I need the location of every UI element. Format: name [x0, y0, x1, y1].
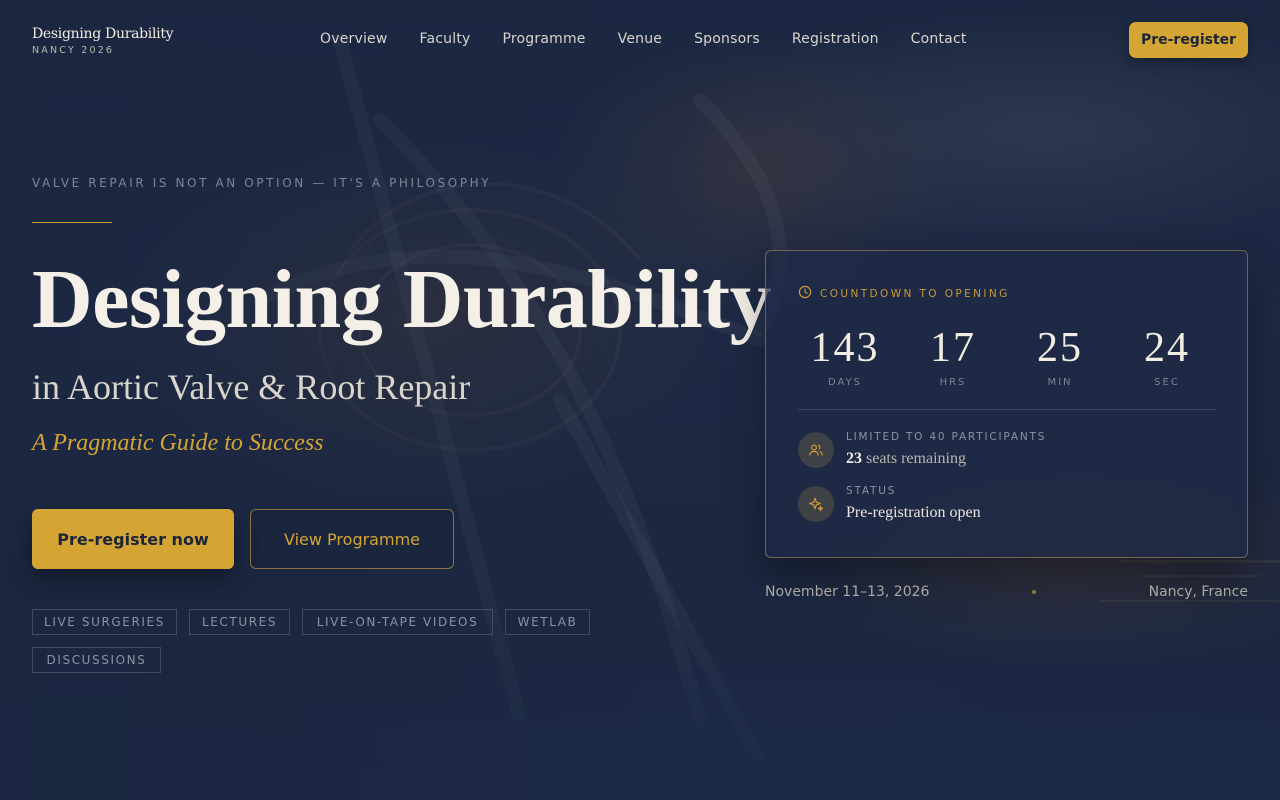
sparkle-icon	[798, 485, 834, 522]
countdown-card: COUNTDOWN TO OPENING 143 DAYS 17 HRS 25 …	[765, 250, 1248, 558]
seats-text: seats remaining	[866, 450, 966, 467]
clock-icon	[798, 284, 812, 303]
brand-logo[interactable]: Designing Durability NANCY 2026	[32, 26, 174, 56]
users-icon	[798, 431, 834, 468]
countdown-days-unit: DAYS	[827, 377, 863, 388]
view-programme-button[interactable]: View Programme	[250, 509, 454, 569]
nav-programme[interactable]: Programme	[503, 31, 586, 47]
countdown-days: 143 DAYS	[792, 327, 898, 388]
participants-label: LIMITED TO 40 PARTICIPANTS	[846, 431, 1047, 443]
nav-contact[interactable]: Contact	[911, 31, 967, 47]
status-label: STATUS	[846, 485, 897, 497]
participants-info: LIMITED TO 40 PARTICIPANTS 23 seats rema…	[798, 431, 1046, 468]
seats-remaining: 23 seats remaining	[846, 450, 1046, 468]
main-nav: Overview Faculty Programme Venue Sponsor…	[320, 31, 967, 47]
site-header: Designing Durability NANCY 2026 Overview…	[0, 0, 1280, 80]
countdown-minutes: 25 MIN	[1007, 327, 1113, 388]
hero-tagline: VALVE REPAIR IS NOT AN OPTION — IT'S A P…	[32, 176, 492, 190]
countdown-hours: 17 HRS	[900, 327, 1006, 388]
countdown-hours-unit: HRS	[939, 377, 967, 388]
nav-overview[interactable]: Overview	[320, 31, 388, 47]
tag-lectures: LECTURES	[189, 609, 290, 635]
countdown-minutes-value: 25	[1037, 325, 1083, 371]
countdown-seconds-value: 24	[1144, 325, 1190, 371]
tag-wetlab: WETLAB	[505, 609, 590, 635]
tag-live-on-tape-videos: LIVE-ON-TAPE VIDEOS	[302, 609, 493, 635]
tagline-divider	[32, 222, 112, 223]
status-value: Pre-registration open	[846, 504, 981, 521]
event-dates: November 11–13, 2026	[765, 584, 930, 600]
tag-live-surgeries: LIVE SURGERIES	[32, 609, 177, 635]
seats-count: 23	[846, 450, 862, 467]
countdown-divider	[798, 409, 1217, 410]
countdown-seconds: 24 SEC	[1114, 327, 1220, 388]
nav-faculty[interactable]: Faculty	[420, 31, 471, 47]
guide-tagline: A Pragmatic Guide to Success	[32, 430, 324, 456]
nav-venue[interactable]: Venue	[618, 31, 662, 47]
page-subtitle: in Aortic Valve & Root Repair	[32, 367, 471, 407]
brand-subtitle: NANCY 2026	[32, 45, 115, 56]
countdown-minutes-unit: MIN	[1047, 377, 1073, 388]
page-title: Designing Durability	[32, 253, 772, 346]
header-preregister-button[interactable]: Pre-register	[1129, 22, 1248, 58]
countdown-hours-value: 17	[930, 325, 976, 371]
separator-dot	[1032, 590, 1036, 594]
brand-name: Designing Durability	[32, 26, 174, 42]
countdown-label: COUNTDOWN TO OPENING	[820, 287, 1010, 300]
countdown-header: COUNTDOWN TO OPENING	[798, 284, 1010, 303]
event-location: Nancy, France	[1148, 584, 1248, 600]
countdown-seconds-unit: SEC	[1154, 377, 1180, 388]
tag-discussions: DISCUSSIONS	[32, 647, 161, 673]
nav-registration[interactable]: Registration	[792, 31, 879, 47]
nav-sponsors[interactable]: Sponsors	[694, 31, 760, 47]
status-info: STATUS Pre-registration open	[798, 485, 981, 522]
preregister-now-button[interactable]: Pre-register now	[32, 509, 234, 569]
countdown-days-value: 143	[810, 325, 880, 371]
